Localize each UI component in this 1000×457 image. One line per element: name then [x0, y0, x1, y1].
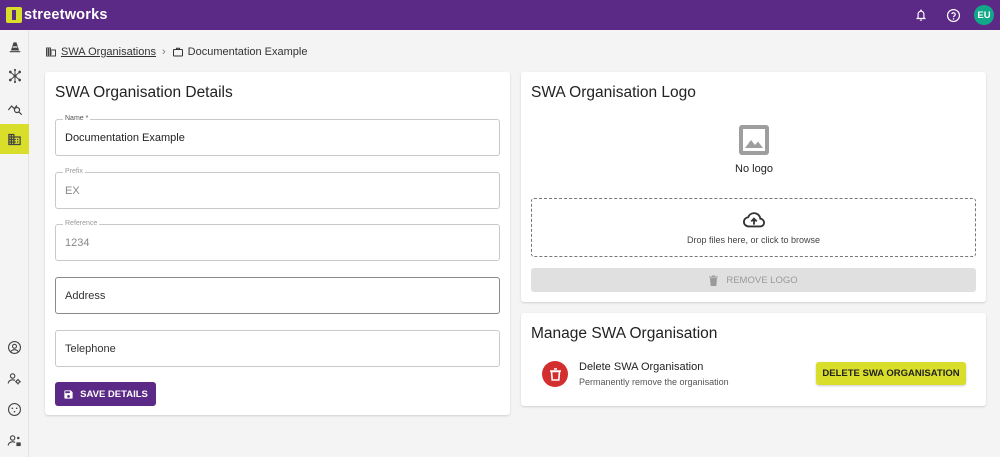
organisation-icon [8, 133, 21, 145]
brand-name: streetworks [24, 7, 108, 23]
analytics-icon [7, 104, 22, 116]
save-details-label: SAVE DETAILS [80, 388, 148, 400]
delete-subtitle: Permanently remove the organisation [579, 377, 729, 387]
logo-mark [6, 7, 22, 23]
trash-icon [549, 367, 561, 381]
name-label: Name * [63, 115, 91, 122]
organisation-icon [46, 47, 56, 57]
user-settings-icon [7, 434, 21, 446]
remove-logo-button[interactable]: REMOVE LOGO [531, 268, 976, 292]
sidebar-item-users[interactable] [0, 363, 29, 393]
sidebar-item-user-settings[interactable] [0, 425, 29, 455]
reference-field[interactable]: Reference 1234 [55, 220, 500, 261]
app-header: streetworks EU [0, 0, 1000, 30]
face-icon [8, 402, 21, 416]
manage-title: Manage SWA Organisation [531, 325, 718, 342]
save-icon [64, 389, 73, 399]
save-details-button[interactable]: SAVE DETAILS [55, 382, 156, 406]
delete-title: Delete SWA Organisation [579, 361, 704, 373]
remove-logo-label: REMOVE LOGO [726, 274, 798, 286]
prefix-field[interactable]: Prefix EX [55, 168, 500, 209]
logo-title: SWA Organisation Logo [531, 84, 696, 101]
telephone-placeholder: Telephone [65, 343, 116, 355]
prefix-value: EX [65, 185, 80, 197]
cloud-upload-icon [743, 212, 765, 228]
breadcrumb-current: Documentation Example [187, 46, 308, 58]
delete-indicator [542, 361, 568, 387]
app-logo[interactable]: streetworks [6, 7, 108, 23]
address-placeholder: Address [65, 290, 106, 302]
name-value: Documentation Example [65, 132, 185, 144]
name-field[interactable]: Name * Documentation Example [55, 115, 500, 156]
trash-icon [709, 275, 719, 286]
avatar[interactable]: EU [974, 5, 994, 25]
breadcrumb: SWA Organisations › Documentation Exampl… [45, 46, 307, 58]
delete-organisation-button[interactable]: DELETE SWA ORGANISATION [816, 362, 966, 385]
help-icon[interactable] [942, 4, 964, 26]
prefix-label: Prefix [63, 168, 85, 175]
header-actions: EU [900, 4, 994, 26]
account-icon [8, 340, 21, 354]
bell-icon[interactable] [910, 4, 932, 26]
reference-label: Reference [63, 220, 100, 227]
dropzone-text: Drop files here, or click to browse [686, 235, 821, 245]
sidebar-item-analytics[interactable] [0, 93, 29, 123]
cone-icon [9, 42, 20, 53]
breadcrumb-separator: › [161, 46, 166, 58]
image-placeholder-icon [738, 124, 770, 156]
address-field[interactable]: Address [55, 277, 500, 314]
telephone-field[interactable]: Telephone [55, 330, 500, 367]
reference-value: 1234 [65, 237, 90, 249]
sidebar-item-organisations[interactable] [0, 124, 29, 154]
breadcrumb-link-organisations[interactable]: SWA Organisations [61, 46, 156, 58]
network-icon [8, 68, 21, 84]
logo-dropzone[interactable]: Drop files here, or click to browse [531, 198, 976, 257]
sidebar-item-streetworks[interactable] [0, 32, 29, 62]
sidebar-item-network[interactable] [0, 61, 29, 91]
details-title: SWA Organisation Details [55, 84, 233, 101]
sidebar [0, 30, 29, 457]
users-icon [7, 372, 21, 384]
briefcase-icon [172, 47, 183, 57]
sidebar-item-account[interactable] [0, 332, 29, 362]
sidebar-item-face[interactable] [0, 394, 29, 424]
no-logo-text: No logo [735, 163, 773, 175]
